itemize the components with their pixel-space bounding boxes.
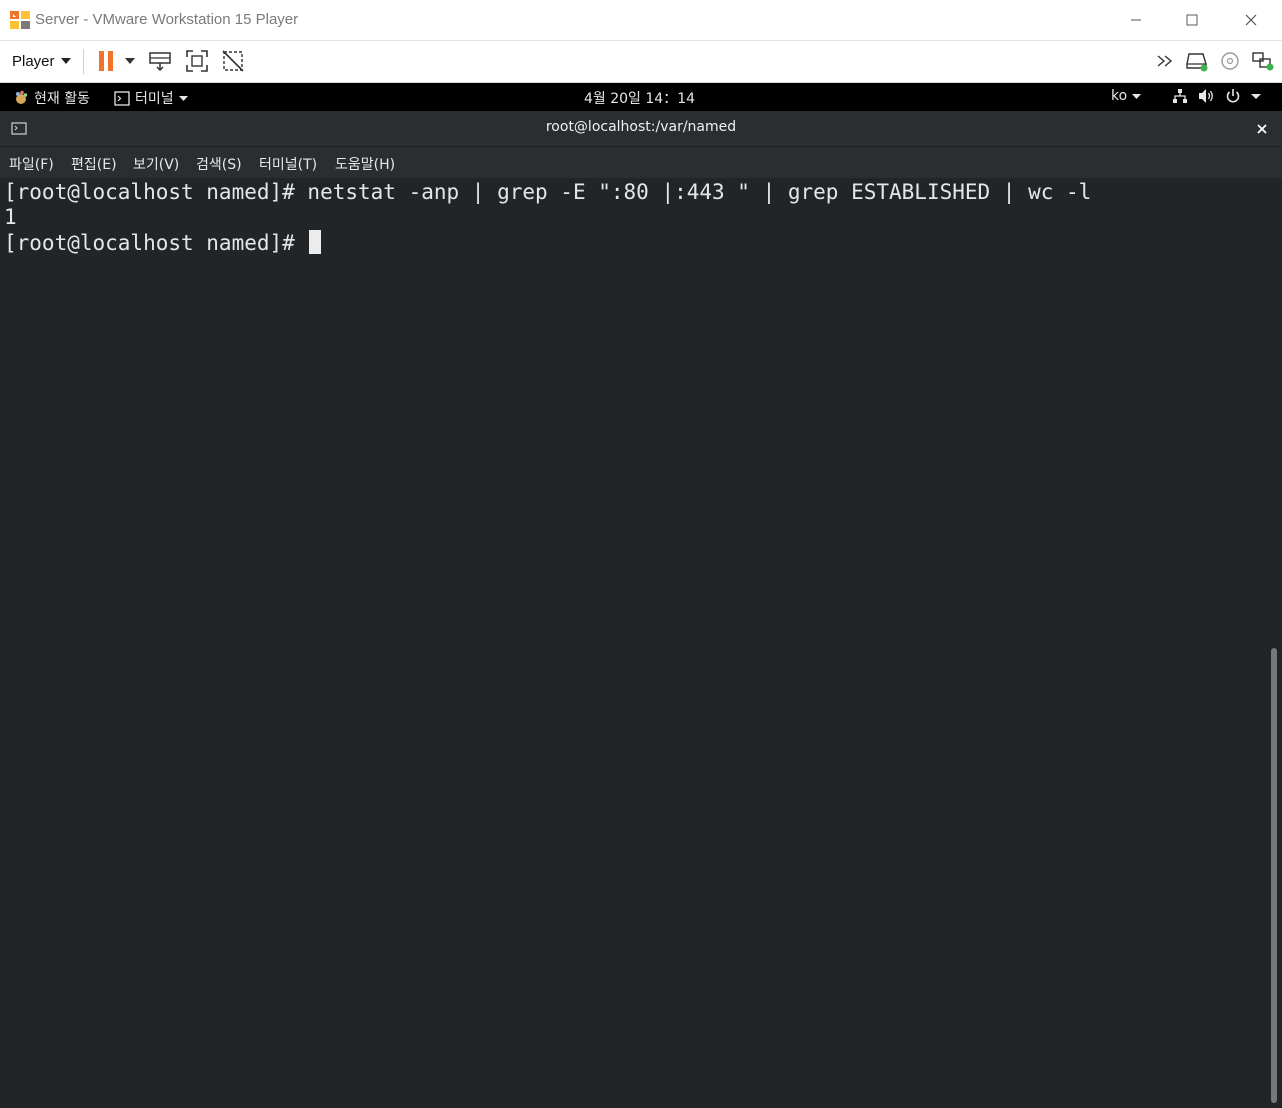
menu-terminal[interactable]: 터미널(T) (259, 154, 317, 174)
vmware-toolbar: Player (0, 41, 1282, 83)
activities-button[interactable]: 현재 활동 (13, 88, 90, 108)
activities-label: 현재 활동 (34, 91, 90, 107)
terminal-prompt-line: [root@localhost named]# (4, 230, 322, 256)
menu-file[interactable]: 파일(F) (9, 154, 54, 174)
input-method-menu[interactable]: ko (1111, 88, 1142, 104)
pause-icon (99, 51, 113, 71)
app-menu-terminal[interactable]: 터미널 (114, 88, 188, 108)
player-menu-label: Player (12, 52, 55, 70)
hard-disk-icon (1186, 53, 1208, 72)
clock[interactable]: 4월 20일 14：14 (584, 88, 695, 108)
terminal-line: 1 (4, 205, 17, 229)
network-wired-icon (1173, 89, 1187, 103)
volume-icon (1199, 89, 1213, 103)
close-icon (1257, 124, 1267, 134)
maximize-button[interactable] (1169, 0, 1215, 40)
network-adapter-icon (1252, 52, 1274, 71)
window-titlebar[interactable]: Server - VMware Workstation 15 Player (0, 0, 1282, 41)
minimize-button[interactable] (1113, 0, 1159, 40)
unity-button[interactable] (219, 47, 247, 75)
player-menu-button[interactable]: Player (8, 49, 75, 73)
system-menu[interactable] (1172, 88, 1261, 104)
fullscreen-icon (186, 50, 208, 72)
chevron-down-icon (1132, 93, 1142, 99)
minimize-icon (1131, 19, 1141, 21)
menu-search[interactable]: 검색(S) (196, 154, 242, 174)
vmware-player-icon (10, 11, 30, 29)
menu-edit[interactable]: 편집(E) (71, 154, 117, 174)
network-adapter-device-button[interactable] (1249, 47, 1277, 75)
terminal-line: [root@localhost named]# netstat -anp | g… (4, 180, 1092, 204)
terminal-prompt: [root@localhost named]# (4, 231, 308, 255)
cd-dvd-device-button[interactable] (1216, 47, 1244, 75)
scrollbar-thumb[interactable] (1271, 648, 1277, 1103)
maximize-icon (1186, 14, 1198, 26)
terminal-title: root@localhost:/var/named (545, 119, 737, 135)
input-method-label: ko (1111, 88, 1128, 104)
pause-button[interactable] (92, 47, 120, 75)
hard-disk-device-button[interactable] (1183, 47, 1211, 75)
terminal-headerbar[interactable]: root@localhost:/var/named (0, 111, 1282, 147)
terminal-output[interactable]: [root@localhost named]# netstat -anp | g… (0, 178, 1282, 1108)
window-title: Server - VMware Workstation 15 Player (35, 11, 299, 28)
chevron-down-icon (60, 58, 71, 64)
toolbar-separator (83, 49, 84, 74)
menu-view[interactable]: 보기(V) (133, 154, 179, 174)
terminal-close-button[interactable] (1250, 118, 1274, 140)
chevron-down-icon (1251, 93, 1261, 99)
terminal-app-icon (114, 90, 130, 106)
send-ctrl-alt-del-icon (149, 52, 171, 72)
send-ctrl-alt-del-button[interactable] (146, 47, 174, 75)
more-chevrons-icon (1157, 55, 1173, 67)
unity-icon (222, 50, 244, 72)
close-button[interactable] (1228, 0, 1274, 40)
gnome-top-bar: 현재 활동 터미널 4월 20일 14：14 ko (0, 83, 1282, 111)
app-menu-label: 터미널 (135, 91, 174, 107)
terminal-menubar: 파일(F) 편집(E) 보기(V) 검색(S) 터미널(T) 도움말(H) (0, 147, 1282, 178)
clock-label: 4월 20일 14：14 (584, 91, 696, 107)
pause-dropdown-button[interactable] (118, 47, 142, 75)
fullscreen-button[interactable] (183, 47, 211, 75)
gnome-activities-icon (16, 90, 28, 104)
more-options-button[interactable] (1153, 47, 1181, 75)
chevron-down-icon (178, 95, 188, 101)
cd-dvd-icon (1221, 52, 1239, 70)
text-cursor (309, 230, 322, 254)
close-icon (1245, 14, 1257, 26)
menu-help[interactable]: 도움말(H) (335, 154, 395, 174)
power-icon (1226, 89, 1240, 103)
chevron-down-icon (125, 58, 135, 64)
